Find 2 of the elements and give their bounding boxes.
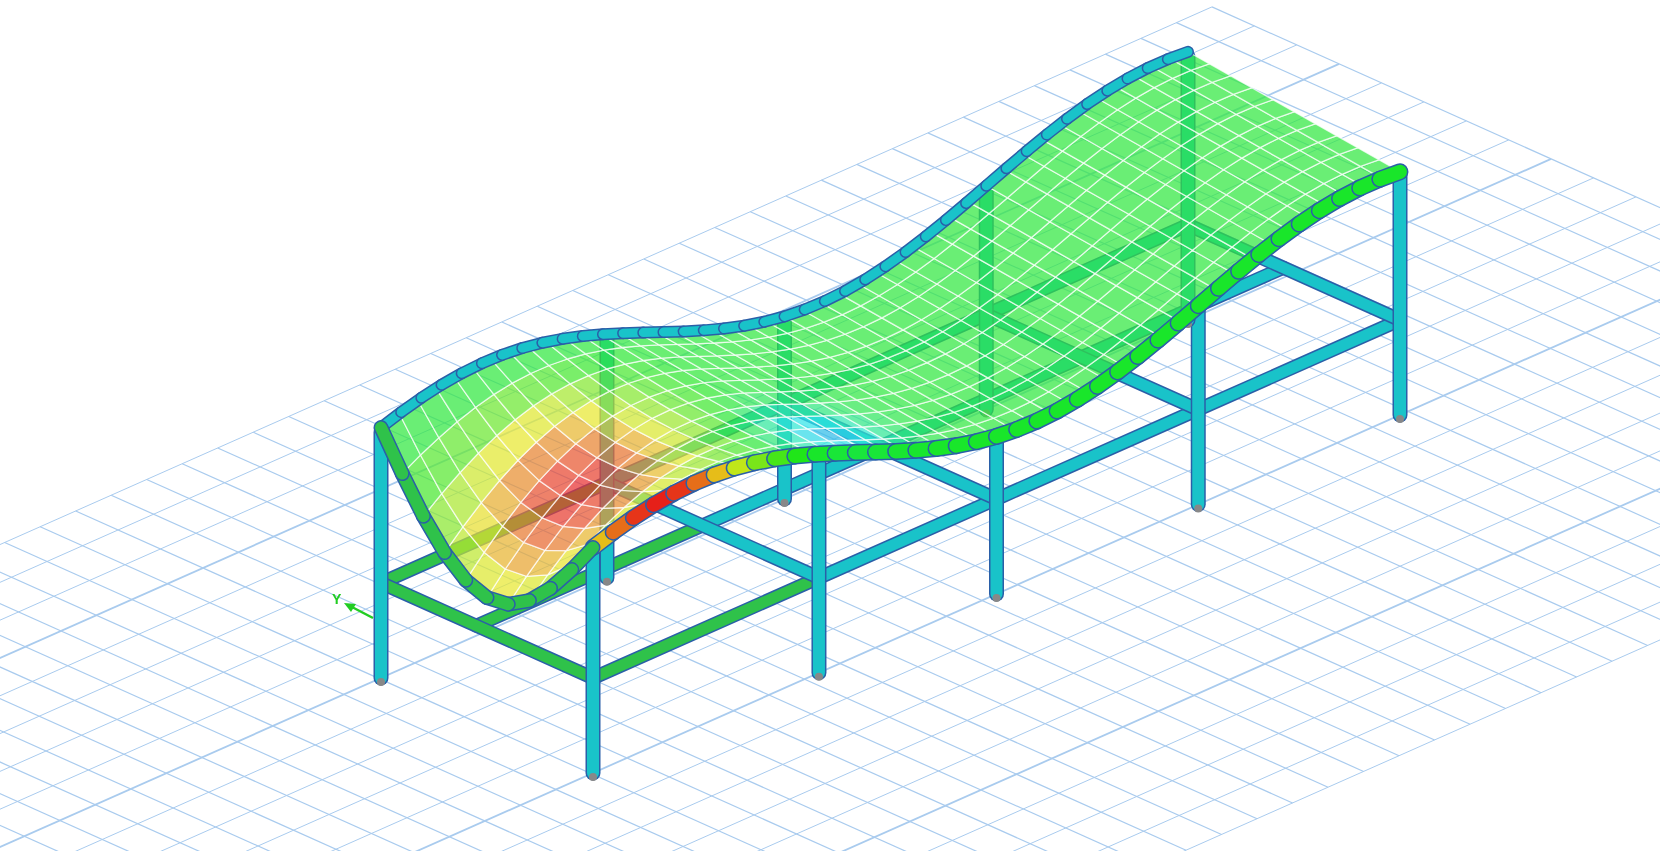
y-axis-arrow-icon xyxy=(344,603,374,620)
axis-label: Y xyxy=(332,591,342,607)
